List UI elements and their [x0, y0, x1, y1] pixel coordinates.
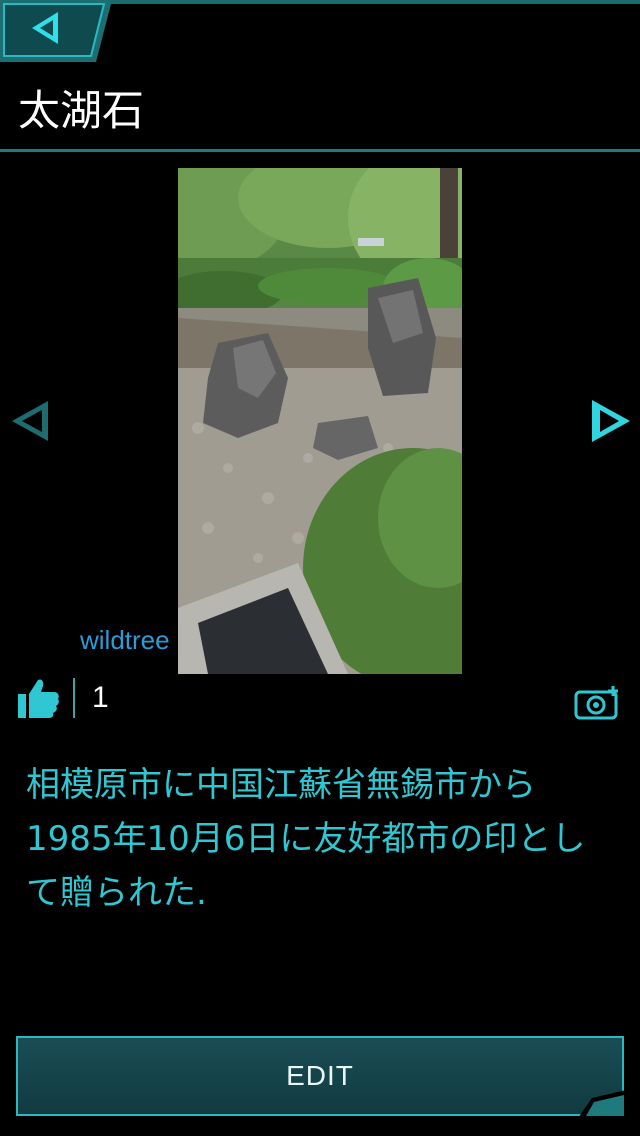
thumbs-up-icon[interactable]	[14, 676, 62, 720]
photo-uploader-name[interactable]: wildtree	[76, 620, 174, 660]
back-button[interactable]	[0, 0, 116, 64]
prev-photo-icon[interactable]	[8, 398, 52, 444]
like-separator	[73, 678, 75, 718]
edit-button[interactable]: EDIT	[16, 1036, 624, 1116]
portal-photo[interactable]	[178, 168, 462, 674]
page-title: 太湖石	[18, 86, 145, 135]
portal-description: 相模原市に中国江蘇省無錫市から1985年10月6日に友好都市の印として贈られた.	[26, 765, 586, 913]
edit-button-corner-decoration	[578, 1090, 626, 1118]
add-photo-camera-icon[interactable]	[574, 684, 622, 720]
like-count: 1	[92, 681, 109, 714]
next-photo-icon[interactable]	[588, 398, 634, 444]
title-divider	[0, 149, 640, 152]
